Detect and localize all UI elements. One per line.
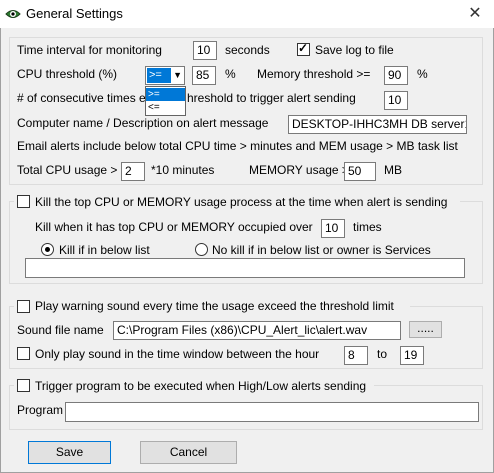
cancel-button[interactable]: Cancel [140, 441, 237, 464]
window-border-left [0, 28, 1, 473]
cpu-threshold-label: CPU threshold (%) [17, 67, 118, 81]
sound-file-input[interactable]: C:\Program Files (x86)\CPU_Alert_lic\ale… [113, 321, 401, 340]
dropdown-option-lte[interactable]: <= [146, 101, 185, 114]
sound-checkbox[interactable] [17, 300, 30, 313]
interval-unit: seconds [225, 43, 270, 57]
program-header-label: Trigger program to be executed when High… [35, 379, 367, 393]
window-title: General Settings [26, 6, 123, 21]
interval-label: Time interval for monitoring [17, 43, 162, 57]
kill-occupied-label: Kill when it has top CPU or MEMORY occup… [35, 220, 313, 234]
no-kill-in-list-label: No kill if in below list or owner is Ser… [212, 243, 431, 257]
memory-usage-unit: MB [384, 163, 402, 177]
consecutive-label-b: hreshold to trigger alert sending [187, 91, 356, 105]
mem-unit: % [417, 67, 428, 81]
sound-file-label: Sound file name [17, 323, 104, 337]
mem-threshold-label: Memory threshold >= [257, 67, 371, 81]
browse-button[interactable]: ..... [409, 321, 442, 338]
save-log-label: Save log to file [315, 43, 394, 57]
consecutive-label-a: # of consecutive times e [17, 91, 146, 105]
cpu-operator-value: >= [147, 68, 171, 83]
save-button[interactable]: Save [28, 441, 111, 464]
save-log-checkbox[interactable] [297, 41, 310, 56]
no-kill-in-list-radio[interactable] [195, 243, 208, 256]
from-hour-input[interactable]: 8 [344, 346, 368, 365]
memory-usage-input[interactable]: 50 [344, 162, 376, 181]
program-checkbox[interactable] [17, 379, 30, 392]
email-alerts-label: Email alerts include below total CPU tim… [17, 139, 458, 153]
cpu-unit: % [225, 67, 236, 81]
cpu-threshold-input[interactable]: 85 [192, 66, 216, 85]
kill-in-list-label: Kill if in below list [59, 243, 150, 257]
total-cpu-input[interactable]: 2 [121, 162, 145, 181]
program-label: Program [17, 403, 64, 417]
kill-in-list-radio[interactable] [41, 243, 54, 256]
close-icon[interactable]: ✕ [458, 1, 492, 27]
total-cpu-unit: *10 minutes [151, 163, 215, 177]
total-cpu-label: Total CPU usage > [17, 163, 118, 177]
dropdown-option-gte[interactable]: >= [146, 88, 185, 101]
kill-occupied-input[interactable]: 10 [321, 219, 345, 238]
kill-occupied-unit: times [353, 220, 382, 234]
program-input[interactable] [65, 402, 479, 422]
cpu-operator-dropdown[interactable]: >= <= [145, 86, 186, 116]
time-window-label: Only play sound in the time window betwe… [35, 347, 320, 361]
cpu-operator-select[interactable]: >= ▼ [145, 66, 185, 85]
computer-input[interactable]: DESKTOP-IHHC3MH DB server1 [288, 115, 467, 134]
kill-checkbox[interactable] [17, 195, 30, 208]
mem-threshold-input[interactable]: 90 [384, 66, 408, 85]
time-window-checkbox[interactable] [17, 347, 30, 360]
app-eye-icon [5, 6, 21, 22]
kill-header-label: Kill the top CPU or MEMORY usage process… [35, 195, 448, 209]
computer-label: Computer name / Description on alert mes… [17, 116, 269, 130]
to-label: to [377, 347, 388, 361]
to-hour-input[interactable]: 19 [400, 346, 424, 365]
sound-header-label: Play warning sound every time the usage … [35, 299, 394, 313]
memory-usage-label: MEMORY usage > [249, 163, 349, 177]
kill-process-list-input[interactable] [25, 258, 465, 278]
interval-input[interactable]: 10 [193, 41, 217, 60]
chevron-down-icon: ▼ [173, 70, 182, 80]
consecutive-input[interactable]: 10 [384, 91, 408, 110]
